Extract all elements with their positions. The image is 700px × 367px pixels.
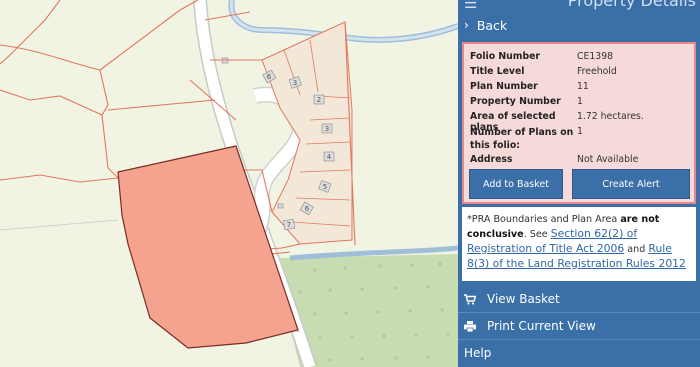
help-label: Help xyxy=(464,346,492,360)
folio-row-key: Folio Number xyxy=(470,51,540,62)
back-button[interactable]: › Back xyxy=(458,12,700,38)
chevron-right-icon: › xyxy=(464,18,469,32)
print-view-label: Print Current View xyxy=(487,319,596,333)
help-button[interactable]: Help xyxy=(458,340,700,366)
folio-row-key: Property Number xyxy=(470,96,561,107)
folio-info-box: Folio Number CE1398 Title Level Freehold… xyxy=(462,42,696,204)
folio-row-value: Freehold xyxy=(577,66,617,77)
house-number: 3 xyxy=(293,79,297,87)
back-label: Back xyxy=(476,17,508,33)
folio-row-key: Plan Number xyxy=(470,81,538,92)
folio-row: Property Number 1 xyxy=(470,96,692,107)
folio-row-value: CE1398 xyxy=(577,51,614,62)
folio-row: Title Level Freehold xyxy=(470,66,692,77)
disclaimer-see: . See xyxy=(523,229,548,240)
view-basket-label: View Basket xyxy=(487,292,560,306)
folio-row: Plan Number 11 xyxy=(470,81,692,92)
add-to-basket-button[interactable]: Add to Basket xyxy=(469,169,563,199)
folio-row: Folio Number CE1398 xyxy=(470,51,692,62)
house-number: 6 xyxy=(267,73,272,81)
house-number: 2 xyxy=(317,96,321,104)
folio-row: Number of Plans on this folio: 1 xyxy=(470,126,692,152)
house-number: 4 xyxy=(327,153,332,161)
folio-row-value: 1 xyxy=(577,96,583,107)
house-number: 7 xyxy=(287,221,291,229)
panel-title: Property Details xyxy=(567,0,696,10)
printer-icon xyxy=(464,320,476,332)
disclaimer-and: and xyxy=(627,244,646,255)
folio-row-value: Not Available xyxy=(577,154,639,165)
folio-row-key: Address xyxy=(470,154,513,165)
folio-row-value: 11 xyxy=(577,81,589,92)
house-number: 6 xyxy=(305,205,310,213)
folio-row-key: Number of Plans on this folio: xyxy=(470,127,574,151)
pra-disclaimer: *PRA Boundaries and Plan Area are not co… xyxy=(462,207,696,281)
disclaimer-text: *PRA Boundaries and Plan Area xyxy=(467,214,618,225)
panel-header: ☰ Property Details xyxy=(458,0,700,10)
folio-row: Address Not Available xyxy=(470,154,692,165)
folio-row-value: 1 xyxy=(577,126,583,137)
folio-row-key: Title Level xyxy=(470,66,525,77)
view-basket-button[interactable]: View Basket xyxy=(458,286,700,312)
menu-icon[interactable]: ☰ xyxy=(464,0,477,10)
create-alert-button[interactable]: Create Alert xyxy=(572,169,690,199)
print-current-view-button[interactable]: Print Current View xyxy=(458,313,700,339)
property-details-panel: ☰ Property Details › Back Folio Number C… xyxy=(458,0,700,367)
map-canvas[interactable]: 6 3 2 3 4 5 6 7 xyxy=(0,0,458,367)
house-number: 5 xyxy=(323,183,327,191)
house-number: 3 xyxy=(325,125,329,133)
cart-icon xyxy=(464,293,476,305)
map-svg[interactable]: 6 3 2 3 4 5 6 7 xyxy=(0,0,458,367)
